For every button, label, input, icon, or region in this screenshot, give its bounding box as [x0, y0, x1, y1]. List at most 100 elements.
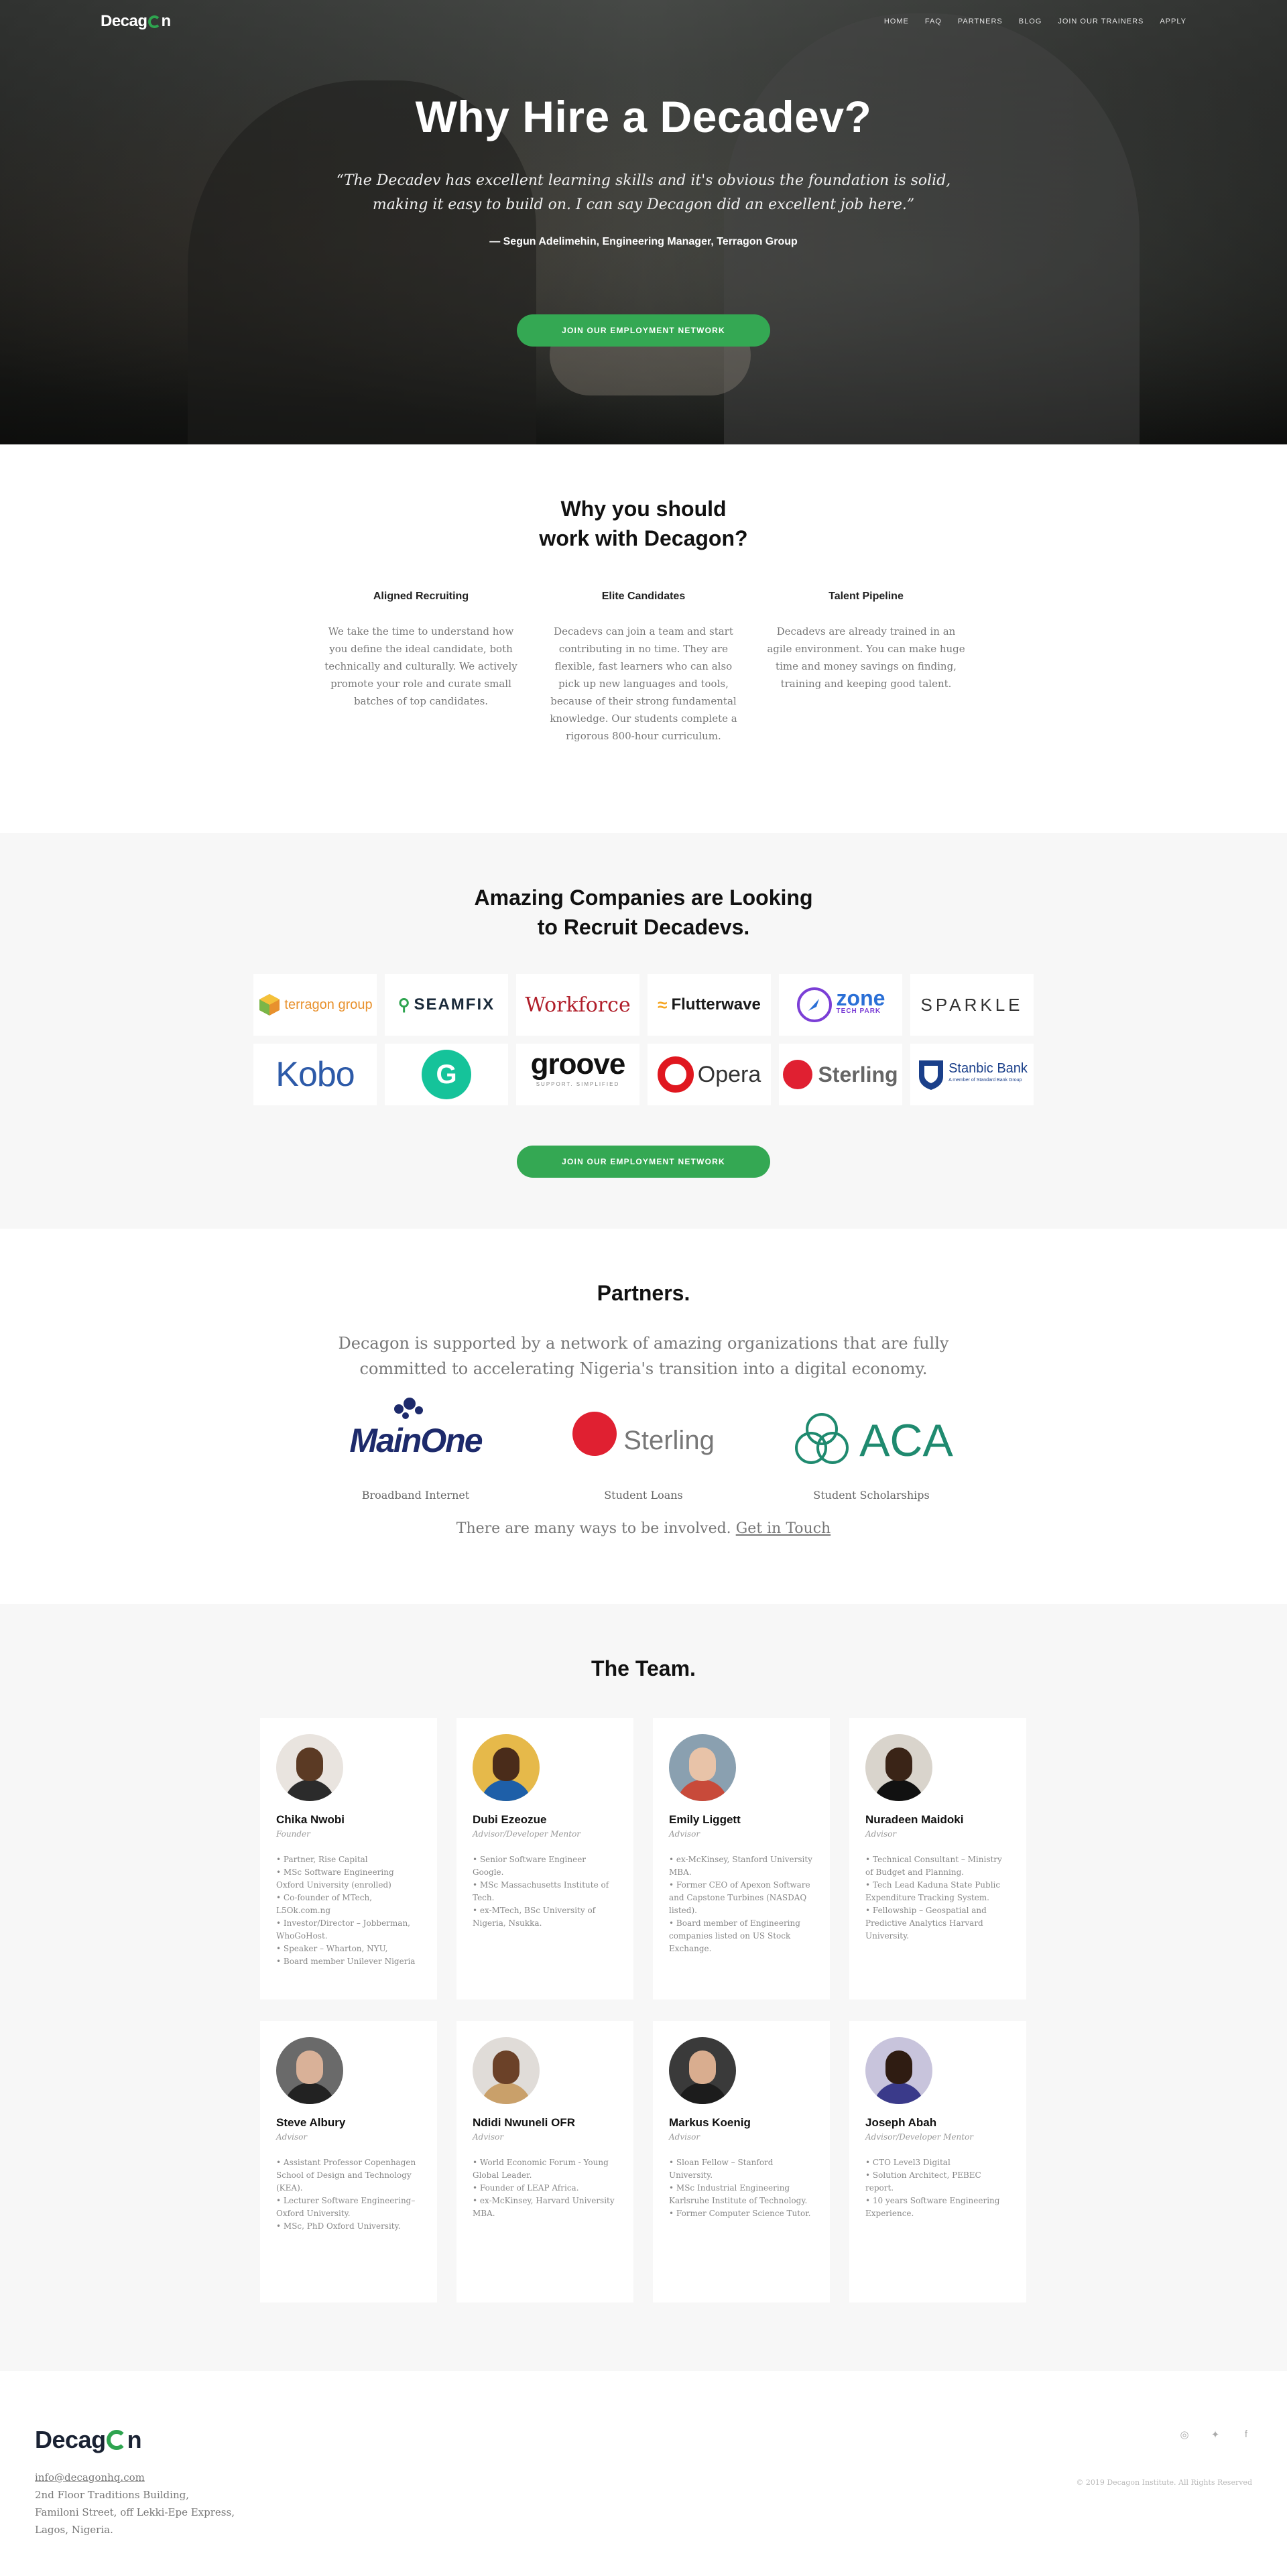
member-bio: Assistant Professor Copenhagen School of… — [276, 2156, 421, 2233]
team-grid: Chika Nwobi Founder Partner, Rise Capita… — [260, 1718, 1027, 2303]
twitter-icon[interactable]: ✦ — [1209, 2429, 1221, 2441]
team-member-card: Ndidi Nwuneli OFR Advisor World Economic… — [456, 2021, 633, 2303]
grammarly-logo[interactable]: G — [385, 1044, 508, 1105]
member-name: Dubi Ezeozue — [473, 1813, 547, 1826]
bio-item: MSc Massachusetts Institute of Tech. — [473, 1879, 617, 1904]
hero-quote: “The Decadev has excellent learning skil… — [336, 172, 951, 213]
bio-item: Investor/Director – Jobberman, WhoGoHost… — [276, 1917, 421, 1943]
footer-logo[interactable]: Decag n — [35, 2426, 1252, 2454]
copyright: © 2019 Decagon Institute. All Rights Res… — [1076, 2478, 1252, 2487]
hero-section: Decag n HOME FAQ PARTNERS BLOG JOIN OUR T… — [0, 0, 1287, 444]
brand-logo[interactable]: Decag n — [101, 12, 171, 31]
nav-item-join-trainers[interactable]: JOIN OUR TRAINERS — [1058, 17, 1144, 25]
zone-techpark-logo[interactable]: zone TECH PARK — [779, 974, 902, 1036]
terragon-cube-icon — [259, 994, 280, 1016]
footer: Decag n info@decagonhq.com 2nd Floor Trad… — [0, 2371, 1287, 2576]
logo-o-icon — [147, 15, 161, 28]
member-bio: World Economic Forum - Young Global Lead… — [473, 2156, 617, 2220]
partner-aca[interactable]: ACA Student Scholarships — [771, 1408, 972, 1501]
top-navigation: Decag n HOME FAQ PARTNERS BLOG JOIN OUR T… — [0, 0, 1287, 43]
bio-item: MSc Software Engineering Oxford Universi… — [276, 1866, 421, 1892]
company-logo-grid: terragon group ⚲ SEAMFIX Workforce ≈ Flu… — [253, 974, 1034, 1105]
bio-item: Fellowship – Geospatial and Predictive A… — [865, 1904, 1010, 1943]
team-member-card: Nuradeen Maidoki Advisor Technical Consu… — [849, 1718, 1026, 2000]
avatar — [865, 1734, 932, 1801]
member-bio: Technical Consultant – Ministry of Budge… — [865, 1853, 1010, 1943]
member-name: Steve Albury — [276, 2116, 346, 2129]
nav-item-faq[interactable]: FAQ — [925, 17, 942, 25]
bio-item: Technical Consultant – Ministry of Budge… — [865, 1853, 1010, 1879]
join-employment-network-button-2[interactable]: JOIN OUR EMPLOYMENT NETWORK — [517, 1146, 770, 1178]
flutterwave-logo[interactable]: ≈ Flutterwave — [648, 974, 771, 1036]
member-bio: Partner, Rise CapitalMSc Software Engine… — [276, 1853, 421, 1968]
bio-item: Tech Lead Kaduna State Public Expenditur… — [865, 1879, 1010, 1904]
team-member-card: Dubi Ezeozue Advisor/Developer Mentor Se… — [456, 1718, 633, 2000]
bio-item: Speaker – Wharton, NYU, — [276, 1943, 421, 1955]
partners-section: Partners. Decagon is supported by a netw… — [0, 1229, 1287, 1604]
team-member-card: Emily Liggett Advisor ex-McKinsey, Stanf… — [653, 1718, 830, 2000]
get-in-touch-link[interactable]: Get in Touch — [736, 1520, 831, 1537]
stanbic-bank-logo[interactable]: Stanbic Bank A member of Standard Bank G… — [910, 1044, 1034, 1105]
bio-item: Board member of Engineering companies li… — [669, 1917, 814, 1955]
team-section: The Team. Chika Nwobi Founder Partner, R… — [0, 1604, 1287, 2371]
feature-elite-candidates: Elite Candidates Decadevs can join a tea… — [550, 591, 737, 742]
partner-sterling[interactable]: Sterling Student Loans — [543, 1408, 744, 1501]
sparkle-logo[interactable]: SPARKLE — [910, 974, 1034, 1036]
footer-contact: info@decagonhq.com 2nd Floor Traditions … — [35, 2471, 235, 2536]
member-bio: Sloan Fellow – Stanford University.MSc I… — [669, 2156, 814, 2220]
team-title: The Team. — [591, 1656, 696, 1680]
email-link[interactable]: info@decagonhq.com — [35, 2471, 145, 2483]
member-role: Advisor/Developer Mentor — [473, 1829, 581, 1839]
partner-mainone[interactable]: MainOne Broadband Internet — [315, 1398, 516, 1501]
member-role: Advisor — [669, 1829, 700, 1839]
opera-o-icon — [657, 1056, 694, 1093]
why-title: Why you should work with Decagon? — [539, 497, 748, 550]
bio-item: Senior Software Engineer Google. — [473, 1853, 617, 1879]
member-name: Nuradeen Maidoki — [865, 1813, 964, 1826]
nav-item-apply[interactable]: APPLY — [1160, 17, 1186, 25]
member-name: Chika Nwobi — [276, 1813, 345, 1826]
aca-rings-icon — [795, 1413, 849, 1464]
feature-talent-pipeline: Talent Pipeline Decadevs are already tra… — [767, 591, 965, 690]
sterling-dot-icon — [783, 1060, 813, 1089]
workforce-logo[interactable]: Workforce — [516, 974, 639, 1036]
member-name: Ndidi Nwuneli OFR — [473, 2116, 575, 2129]
rocket-icon — [796, 987, 832, 1022]
groove-logo[interactable]: groove SUPPORT. SIMPLIFIED — [516, 1044, 639, 1105]
companies-title: Amazing Companies are Looking to Recruit… — [474, 885, 813, 939]
instagram-icon[interactable]: ◎ — [1178, 2429, 1190, 2441]
nav-menu: HOME FAQ PARTNERS BLOG JOIN OUR TRAINERS… — [884, 17, 1186, 25]
flutterwave-icon: ≈ — [658, 994, 668, 1015]
avatar — [865, 2037, 932, 2104]
bio-item: Solution Architect, PEBEC report. — [865, 2169, 1010, 2195]
bio-item: MSc, PhD Oxford University. — [276, 2220, 421, 2233]
team-member-card: Markus Koenig Advisor Sloan Fellow – Sta… — [653, 2021, 830, 2303]
facebook-icon[interactable]: f — [1240, 2429, 1252, 2441]
kobo-logo[interactable]: Kobo — [253, 1044, 377, 1105]
team-member-card: Joseph Abah Advisor/Developer Mentor CTO… — [849, 2021, 1026, 2303]
mainone-dots-icon — [394, 1398, 424, 1419]
bio-item: World Economic Forum - Young Global Lead… — [473, 2156, 617, 2182]
bio-item: CTO Level3 Digital — [865, 2156, 1010, 2169]
member-role: Founder — [276, 1829, 310, 1839]
get-involved-text: There are many ways to be involved. Get … — [456, 1520, 831, 1537]
join-employment-network-button[interactable]: JOIN OUR EMPLOYMENT NETWORK — [517, 314, 770, 347]
bio-item: Board member Unilever Nigeria — [276, 1955, 421, 1968]
feature-aligned-recruiting: Aligned Recruiting We take the time to u… — [324, 591, 517, 707]
member-role: Advisor — [669, 2132, 700, 2142]
bio-item: ex-MTech, BSc University of Nigeria, Nsu… — [473, 1904, 617, 1930]
social-links: ◎ ✦ f — [1178, 2429, 1252, 2441]
bio-item: Sloan Fellow – Stanford University. — [669, 2156, 814, 2182]
nav-item-home[interactable]: HOME — [884, 17, 909, 25]
nav-item-blog[interactable]: BLOG — [1019, 17, 1042, 25]
bio-item: Lecturer Software Engineering– Oxford Un… — [276, 2195, 421, 2220]
terragon-logo[interactable]: terragon group — [253, 974, 377, 1036]
nav-item-partners[interactable]: PARTNERS — [958, 17, 1003, 25]
shield-icon — [919, 1060, 944, 1090]
bio-item: 10 years Software Engineering Experience… — [865, 2195, 1010, 2220]
member-role: Advisor — [473, 2132, 504, 2142]
seamfix-logo[interactable]: ⚲ SEAMFIX — [385, 974, 508, 1036]
opera-logo[interactable]: Opera — [648, 1044, 771, 1105]
sterling-logo[interactable]: Sterling — [779, 1044, 902, 1105]
avatar — [473, 1734, 540, 1801]
